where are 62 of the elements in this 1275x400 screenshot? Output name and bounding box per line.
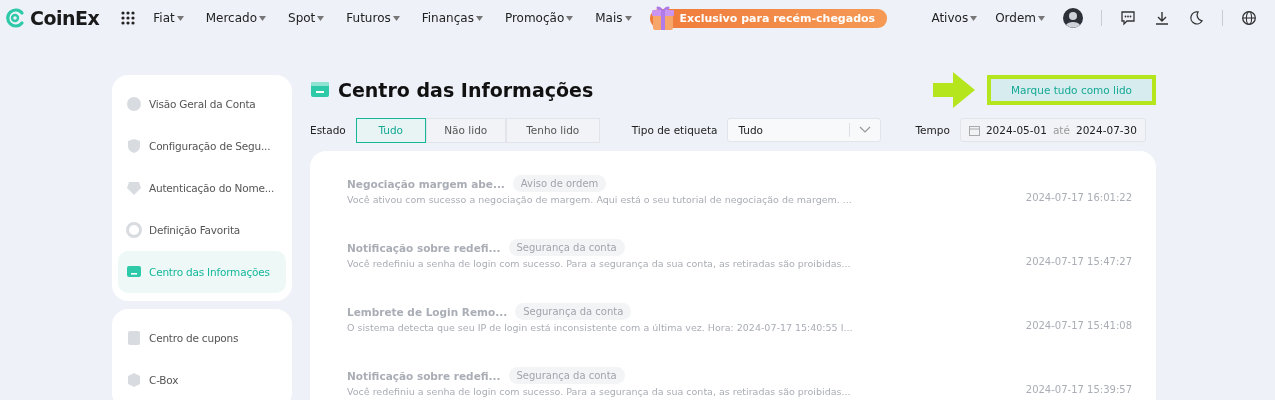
- message-time: 2024-07-17 15:47:27: [1025, 256, 1132, 269]
- sidebar-item[interactable]: C-Box: [118, 359, 286, 400]
- filter-label: Estado: [310, 124, 346, 136]
- nav-menu-item[interactable]: Promoção: [504, 11, 574, 25]
- avatar-icon[interactable]: [1063, 8, 1083, 28]
- page-title: Centro das Informações: [338, 79, 594, 101]
- ring-icon: [126, 222, 142, 238]
- message-preview: Você redefiniu a senha de login com sucesso. Para a segurança da sua conta, as retiradas são proibidas...: [347, 258, 852, 269]
- caret-icon: [1038, 15, 1045, 21]
- nav-menu-item[interactable]: Futuros: [346, 11, 400, 25]
- state-tab[interactable]: Não lido: [425, 117, 506, 143]
- nav-menu-item[interactable]: Mais: [595, 11, 632, 25]
- state-tab[interactable]: Tenho lido: [505, 117, 600, 143]
- message-time: 2024-07-17 15:39:57: [1025, 384, 1132, 397]
- box-icon: [126, 372, 142, 388]
- message-tag: Segurança da conta: [508, 239, 625, 256]
- apps-grid-icon[interactable]: [121, 11, 136, 25]
- caret-icon: [317, 15, 325, 21]
- moon-icon[interactable]: [1188, 10, 1204, 26]
- globe-icon[interactable]: [1241, 10, 1257, 26]
- message-tag: Segurança da conta: [508, 367, 625, 384]
- message-preview: Você ativou com sucesso a negociação de margem. Aqui está o seu tutorial de negociação de margem. ...: [347, 194, 853, 205]
- download-icon[interactable]: [1154, 10, 1170, 26]
- nav-menu-item[interactable]: Ativos: [931, 11, 978, 25]
- coupon-icon: [126, 330, 142, 346]
- tag-select[interactable]: Tudo: [727, 118, 882, 142]
- caret-icon: [176, 15, 184, 21]
- caret-icon: [259, 15, 267, 21]
- calendar-icon: [968, 124, 980, 136]
- logo-text[interactable]: CoinEx: [30, 7, 100, 29]
- caret-icon: [475, 15, 483, 21]
- filter-label: Tempo: [915, 124, 950, 136]
- pie-icon: [126, 96, 142, 112]
- caret-icon: [392, 15, 400, 21]
- nav-menu-item[interactable]: Spot: [288, 11, 325, 25]
- nav-menu-item[interactable]: Finanças: [421, 11, 483, 25]
- sidebar-item[interactable]: Centro de cupons: [118, 317, 286, 359]
- message-icon: [310, 80, 330, 100]
- message-icon: [126, 264, 142, 280]
- caret-icon: [624, 15, 632, 21]
- caret-icon: [566, 15, 574, 21]
- sidebar-item[interactable]: Autenticação do Nome...: [118, 167, 286, 209]
- chat-icon[interactable]: [1120, 10, 1136, 26]
- message-tag: Aviso de ordem: [512, 175, 607, 192]
- sidebar-item[interactable]: Configuração de Segu...: [118, 125, 286, 167]
- caret-icon: [970, 15, 978, 21]
- arrow-icon: [932, 72, 975, 108]
- message-tag: Segurança da conta: [515, 303, 632, 320]
- message-time: 2024-07-17 16:01:22: [1025, 192, 1132, 205]
- diamond-icon: [126, 180, 142, 196]
- sidebar-item[interactable]: Definição Favorita: [118, 209, 286, 251]
- nav-menu-item[interactable]: Ordem: [995, 11, 1045, 25]
- logo-icon: [4, 7, 26, 29]
- message-time: 2024-07-17 15:41:08: [1025, 320, 1132, 333]
- filter-label: Tipo de etiqueta: [631, 124, 718, 136]
- nav-menu-item[interactable]: Fiat: [153, 11, 184, 25]
- nav-menu-item[interactable]: Mercado: [205, 11, 267, 25]
- sidebar-item[interactable]: Visão Geral da Conta: [118, 83, 286, 125]
- date-range-field[interactable]: 2024-05-01 até 2024-07-30: [959, 118, 1146, 142]
- message-preview: Você redefiniu a senha de login com sucesso. Para a segurança da sua conta, as retiradas são proibidas...: [347, 386, 852, 397]
- shield-icon: [126, 138, 142, 154]
- message-preview: O sistema detecta que seu IP de login está inconsistente com a última vez. Hora: 2024-07-17 15:40:55 I...: [347, 322, 854, 333]
